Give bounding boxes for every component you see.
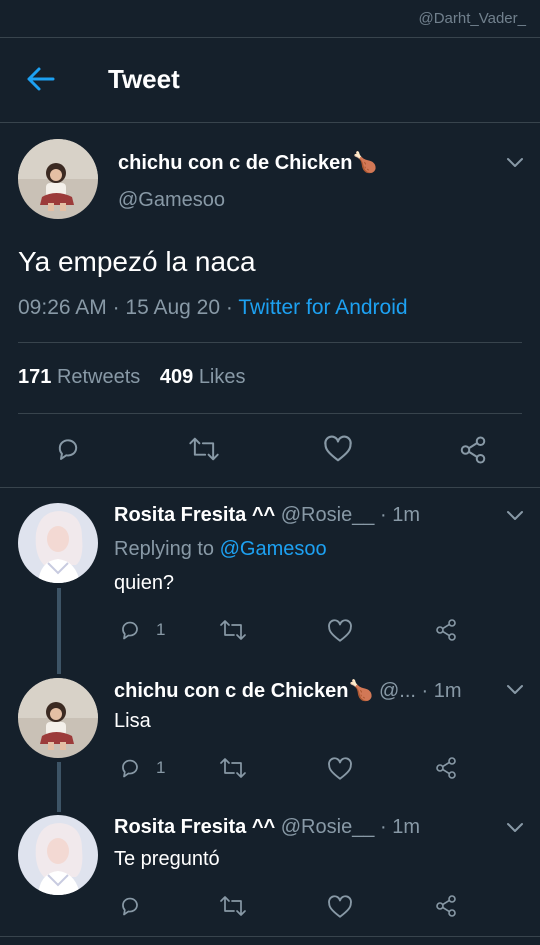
reply-header: Rosita Fresita ^^ @Rosie__ · 1m bbox=[114, 816, 420, 839]
meta-separator: · bbox=[112, 296, 120, 319]
stats-bottom-divider bbox=[18, 413, 522, 414]
tweet-source-link[interactable]: Twitter for Android bbox=[238, 296, 407, 319]
thread-line bbox=[57, 762, 61, 812]
like-icon[interactable] bbox=[323, 435, 353, 463]
reply-icon[interactable] bbox=[54, 435, 82, 463]
likes-stat[interactable]: 409 Likes bbox=[160, 366, 246, 388]
reply-action[interactable] bbox=[118, 894, 156, 918]
chevron-down-icon[interactable] bbox=[505, 509, 525, 523]
chevron-down-icon[interactable] bbox=[505, 821, 525, 835]
back-arrow-icon[interactable] bbox=[26, 66, 56, 92]
reply-action[interactable]: 1 bbox=[118, 618, 165, 642]
replying-to: Replying to @Gamesoo bbox=[114, 538, 327, 561]
reply-icon bbox=[122, 621, 138, 640]
share-icon[interactable] bbox=[434, 618, 458, 642]
retweet-icon[interactable] bbox=[219, 618, 247, 642]
reply-time: · 1m bbox=[380, 816, 420, 838]
avatar-photo bbox=[18, 678, 98, 758]
stats-top-divider bbox=[18, 342, 522, 343]
replying-to-label: Replying to bbox=[114, 538, 215, 560]
reply-text: quien? bbox=[114, 572, 175, 594]
tweet-time: 09:26 AM bbox=[18, 296, 107, 319]
reply-display-name[interactable]: Rosita Fresita ^^ bbox=[114, 816, 275, 838]
tweet-date: 15 Aug 20 bbox=[125, 296, 221, 319]
avatar[interactable] bbox=[18, 139, 98, 219]
reply-text: Te preguntó bbox=[114, 848, 220, 870]
reply-header: Rosita Fresita ^^ @Rosie__ · 1m bbox=[114, 504, 420, 527]
chicken-leg-icon: 🍗 bbox=[352, 152, 378, 174]
reply-text: Lisa bbox=[114, 710, 151, 732]
share-icon[interactable] bbox=[434, 894, 458, 918]
reply-handle[interactable]: @Rosie__ bbox=[281, 504, 375, 526]
reply-handle[interactable]: @... bbox=[379, 680, 416, 702]
likes-count: 409 bbox=[159, 366, 194, 388]
avatar-photo bbox=[18, 503, 98, 583]
reply-count: 1 bbox=[156, 758, 166, 777]
reply-action[interactable]: 1 bbox=[118, 756, 165, 780]
thread-line bbox=[57, 588, 61, 674]
tweet-meta: 09:26 AM · 15 Aug 20 · Twitter for Andro… bbox=[18, 296, 408, 320]
replying-to-handle[interactable]: @Gamesoo bbox=[220, 538, 327, 560]
reply-icon bbox=[122, 759, 138, 778]
bottom-divider bbox=[0, 936, 540, 937]
tweet-stats: 171 Retweets 409 Likes bbox=[18, 366, 246, 389]
reply-icon bbox=[122, 897, 138, 916]
avatar[interactable] bbox=[18, 503, 98, 583]
avatar-photo bbox=[18, 139, 98, 219]
reply-display-name[interactable]: chichu con c de Chicken bbox=[114, 680, 349, 702]
retweets-count: 171 bbox=[18, 366, 52, 388]
main-tweet-text: Ya empezó la naca bbox=[18, 246, 256, 277]
share-icon[interactable] bbox=[434, 756, 458, 780]
reply-header: chichu con c de Chicken🍗 @... · 1m bbox=[114, 678, 462, 703]
share-icon[interactable] bbox=[458, 435, 488, 465]
like-icon[interactable] bbox=[327, 619, 353, 643]
retweets-stat[interactable]: 171 Retweets bbox=[18, 366, 146, 388]
likes-label: Likes bbox=[198, 366, 246, 388]
main-tweet-divider bbox=[0, 487, 540, 488]
watermark: @Darht_Vader_ bbox=[418, 10, 526, 27]
main-author-name[interactable]: chichu con c de Chicken🍗 bbox=[118, 150, 377, 175]
like-icon[interactable] bbox=[327, 895, 353, 919]
avatar-photo bbox=[18, 815, 98, 895]
main-display-name[interactable]: chichu con c de Chicken bbox=[118, 152, 353, 174]
retweet-icon[interactable] bbox=[219, 894, 247, 918]
like-icon[interactable] bbox=[327, 757, 353, 781]
header-divider bbox=[0, 122, 540, 123]
chevron-down-icon[interactable] bbox=[505, 156, 525, 170]
avatar[interactable] bbox=[18, 678, 98, 758]
avatar[interactable] bbox=[18, 815, 98, 895]
reply-count: 1 bbox=[156, 620, 166, 639]
chicken-leg-icon: 🍗 bbox=[348, 680, 374, 702]
retweet-icon[interactable] bbox=[188, 435, 220, 463]
main-handle[interactable]: @Gamesoo bbox=[118, 189, 225, 212]
reply-time: · 1m bbox=[421, 680, 462, 702]
reply-time: · 1m bbox=[380, 504, 420, 526]
meta-separator: · bbox=[225, 296, 233, 319]
page-title: Tweet bbox=[108, 64, 180, 94]
retweet-icon[interactable] bbox=[219, 756, 247, 780]
chevron-down-icon[interactable] bbox=[505, 683, 525, 697]
retweets-label: Retweets bbox=[56, 366, 141, 388]
reply-display-name[interactable]: Rosita Fresita ^^ bbox=[114, 504, 275, 526]
reply-handle[interactable]: @Rosie__ bbox=[281, 816, 375, 838]
header-bar: Tweet bbox=[0, 38, 540, 122]
